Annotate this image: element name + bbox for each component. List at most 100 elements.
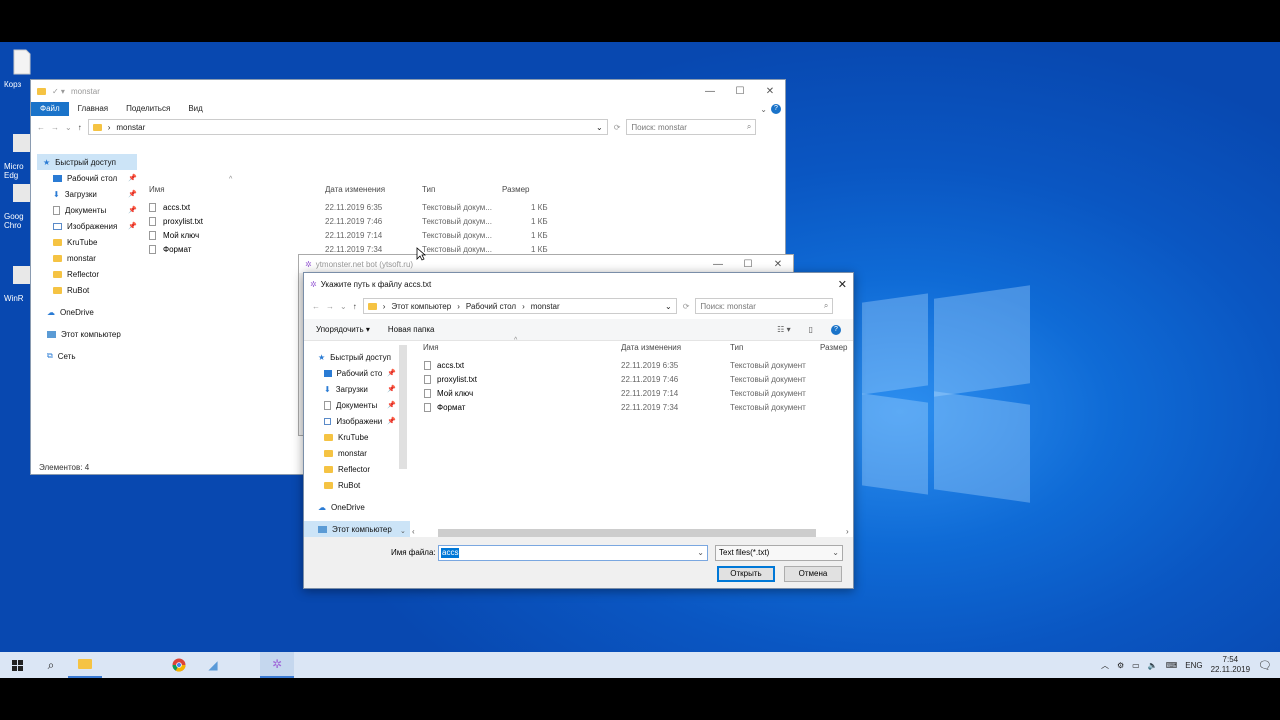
nav-item-monstar[interactable]: monstar bbox=[304, 445, 410, 461]
taskbar-search-button[interactable]: ⌕ bbox=[34, 652, 68, 678]
volume-icon[interactable]: 🔈 bbox=[1148, 661, 1158, 670]
nav-item-documents[interactable]: Документы 📌 bbox=[304, 397, 410, 413]
file-type-filter[interactable]: Text files(*.txt) ⌄ bbox=[715, 545, 843, 561]
maximize-button[interactable]: ☐ bbox=[725, 86, 755, 97]
nav-item-pictures[interactable]: Изображени 📌 bbox=[304, 413, 410, 429]
pin-icon[interactable]: 📌 bbox=[128, 206, 137, 214]
scroll-left-icon[interactable]: ‹ bbox=[412, 527, 415, 536]
address-dropdown-icon[interactable]: ⌄ bbox=[665, 302, 672, 311]
cancel-button[interactable]: Отмена bbox=[784, 566, 842, 582]
filename-input[interactable]: accs ⌄ bbox=[438, 545, 708, 561]
organize-button[interactable]: Упорядочить ▾ bbox=[316, 325, 370, 334]
taskbar-explorer-button[interactable] bbox=[68, 652, 102, 678]
file-row[interactable]: Мой ключ 22.11.2019 7:14 Текстовый докум… bbox=[424, 389, 844, 403]
explorer-titlebar[interactable]: ✓ ▾ monstar — ☐ ✕ bbox=[31, 80, 785, 102]
tab-share[interactable]: Поделиться bbox=[117, 102, 179, 116]
pin-icon[interactable]: 📌 bbox=[387, 385, 396, 393]
nav-item-this-pc[interactable]: Этот компьютер bbox=[37, 326, 137, 342]
taskbar-ytmonster-button[interactable]: ✲ bbox=[260, 652, 294, 678]
column-header-name[interactable]: Имя bbox=[149, 185, 165, 194]
pin-icon[interactable]: 📌 bbox=[128, 174, 137, 182]
tray-icon[interactable]: ⌨ bbox=[1166, 661, 1178, 670]
help-icon[interactable]: ? bbox=[771, 104, 781, 114]
ytmonster-titlebar[interactable]: ✲ ytmonster.net bot (ytsoft.ru) — ☐ ✕ bbox=[299, 255, 793, 273]
notifications-icon[interactable]: 🗨 bbox=[1258, 659, 1272, 672]
quick-access-toolbar-icon[interactable]: ✓ ▾ bbox=[52, 87, 65, 96]
dialog-titlebar[interactable]: ✲ Укажите путь к файлу accs.txt ✕ bbox=[304, 273, 853, 295]
nav-item-documents[interactable]: Документы 📌 bbox=[37, 202, 137, 218]
tab-home[interactable]: Главная bbox=[69, 102, 117, 116]
nav-item-downloads[interactable]: ⬇ Загрузки 📌 bbox=[37, 186, 137, 202]
nav-item-downloads[interactable]: ⬇ Загрузки 📌 bbox=[304, 381, 410, 397]
column-header-date[interactable]: Дата изменения bbox=[325, 185, 385, 194]
column-header-name[interactable]: Имя bbox=[423, 343, 439, 352]
view-options-icon[interactable]: ☷ ▾ bbox=[777, 325, 790, 334]
column-header-date[interactable]: Дата изменения bbox=[621, 343, 681, 352]
search-input[interactable]: Поиск: monstar ⌕ bbox=[626, 119, 757, 135]
close-button[interactable]: ✕ bbox=[763, 259, 793, 270]
recent-chevron-icon[interactable]: ⌄ bbox=[65, 123, 72, 132]
address-bar[interactable]: › monstar ⌄ bbox=[87, 119, 608, 135]
nav-item-krutube[interactable]: KruTube bbox=[37, 234, 137, 250]
language-indicator[interactable]: ENG bbox=[1185, 661, 1202, 670]
address-bar[interactable]: › Этот компьютер › Рабочий стол › monsta… bbox=[362, 298, 677, 314]
column-header-size[interactable]: Размер bbox=[502, 185, 530, 194]
nav-item-this-pc[interactable]: Этот компьютер bbox=[304, 521, 410, 537]
file-row[interactable]: accs.txt 22.11.2019 6:35 Текстовый докум… bbox=[149, 203, 549, 217]
nav-item-quick-access[interactable]: ★ Быстрый доступ bbox=[37, 154, 137, 170]
nav-item-onedrive[interactable]: ☁ OneDrive bbox=[37, 304, 137, 320]
back-arrow-icon[interactable]: ← bbox=[312, 302, 320, 311]
pin-icon[interactable]: 📌 bbox=[128, 190, 137, 198]
column-header-size[interactable]: Размер bbox=[820, 343, 848, 352]
nav-item-krutube[interactable]: KruTube bbox=[304, 429, 410, 445]
nav-item-rubot[interactable]: RuBot bbox=[37, 282, 137, 298]
breadcrumb-monstar[interactable]: monstar bbox=[531, 302, 560, 311]
forward-arrow-icon[interactable]: → bbox=[326, 302, 334, 311]
up-arrow-icon[interactable]: ↑ bbox=[353, 302, 357, 311]
nav-scroll-down-icon[interactable]: ⌄ bbox=[400, 527, 406, 535]
nav-item-reflector[interactable]: Reflector bbox=[304, 461, 410, 477]
nav-item-pictures[interactable]: Изображения 📌 bbox=[37, 218, 137, 234]
taskbar-chrome-button[interactable] bbox=[162, 652, 196, 678]
nav-item-rubot[interactable]: RuBot bbox=[304, 477, 410, 493]
nav-item-monstar[interactable]: monstar bbox=[37, 250, 137, 266]
pin-icon[interactable]: 📌 bbox=[387, 401, 396, 409]
nav-item-reflector[interactable]: Reflector bbox=[37, 266, 137, 282]
refresh-icon[interactable]: ⟳ bbox=[614, 123, 621, 132]
file-list-horizontal-scrollbar[interactable] bbox=[438, 529, 816, 537]
close-button[interactable]: ✕ bbox=[755, 86, 785, 97]
new-folder-button[interactable]: Новая папка bbox=[388, 325, 435, 334]
minimize-button[interactable]: — bbox=[703, 259, 733, 270]
refresh-icon[interactable]: ⟳ bbox=[683, 302, 690, 311]
column-header-type[interactable]: Тип bbox=[422, 185, 435, 194]
file-row[interactable]: proxylist.txt 22.11.2019 7:46 Текстовый … bbox=[149, 217, 549, 231]
recent-chevron-icon[interactable]: ⌄ bbox=[340, 302, 347, 311]
minimize-button[interactable]: — bbox=[695, 86, 725, 97]
close-button[interactable]: ✕ bbox=[838, 278, 847, 291]
nav-item-network[interactable]: ⧉ Сеть bbox=[37, 348, 137, 364]
tab-file[interactable]: Файл bbox=[31, 102, 69, 116]
nav-item-onedrive[interactable]: ☁ OneDrive bbox=[304, 499, 410, 515]
show-hidden-icons-chevron-icon[interactable]: ︿ bbox=[1101, 660, 1109, 671]
app-tray-icon[interactable]: ⚙ bbox=[1117, 661, 1124, 670]
file-row[interactable]: Формат 22.11.2019 7:34 Текстовый докумен… bbox=[424, 403, 844, 417]
forward-arrow-icon[interactable]: → bbox=[51, 123, 59, 132]
pin-icon[interactable]: 📌 bbox=[387, 417, 396, 425]
search-input[interactable]: Поиск: monstar ⌕ bbox=[695, 298, 834, 314]
help-icon[interactable]: ? bbox=[831, 324, 841, 335]
start-button[interactable] bbox=[0, 652, 34, 678]
tab-view[interactable]: Вид bbox=[179, 102, 211, 116]
file-row[interactable]: accs.txt 22.11.2019 6:35 Текстовый докум… bbox=[424, 361, 844, 375]
preview-pane-icon[interactable]: ▯ bbox=[809, 325, 813, 334]
network-icon[interactable]: ▭ bbox=[1132, 661, 1140, 670]
nav-item-desktop[interactable]: Рабочий стол 📌 bbox=[37, 170, 137, 186]
clock[interactable]: 7:54 22.11.2019 bbox=[1211, 655, 1250, 675]
breadcrumb-this-pc[interactable]: Этот компьютер bbox=[391, 302, 451, 311]
maximize-button[interactable]: ☐ bbox=[733, 259, 763, 270]
filename-dropdown-icon[interactable]: ⌄ bbox=[697, 548, 704, 557]
file-row[interactable]: proxylist.txt 22.11.2019 7:46 Текстовый … bbox=[424, 375, 844, 389]
pin-icon[interactable]: 📌 bbox=[387, 369, 396, 377]
nav-item-desktop[interactable]: Рабочий сто 📌 bbox=[304, 365, 410, 381]
scroll-right-icon[interactable]: › bbox=[846, 527, 849, 536]
address-dropdown-icon[interactable]: ⌄ bbox=[596, 123, 603, 132]
